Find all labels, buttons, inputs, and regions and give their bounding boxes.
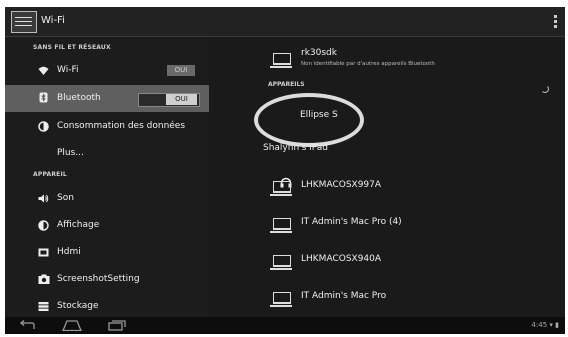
laptop-icon — [270, 292, 292, 307]
sidebar-item-wifi[interactable]: Wi-Fi OUI — [5, 58, 209, 84]
laptop-icon — [270, 53, 292, 68]
laptop-icon — [270, 255, 292, 270]
wifi-icon — [38, 65, 49, 76]
sidebar-item-more[interactable]: Plus... — [5, 141, 209, 167]
tablet-screen: Wi-Fi SANS FIL ET RÉSEAUX Wi-Fi OUI Blue… — [5, 7, 565, 334]
own-device-subtitle: Non identifiable par d'autres appareils … — [301, 61, 435, 67]
sidebar-item-label: Stockage — [57, 301, 99, 311]
device-name: Shalynn's iPad — [263, 143, 328, 153]
back-icon[interactable] — [19, 320, 35, 334]
sidebar-item-data-usage[interactable]: Consommation des données — [5, 114, 209, 140]
page-title: Wi-Fi — [41, 15, 65, 26]
sidebar-item-label: Wi-Fi — [57, 65, 79, 75]
device-name: IT Admin's Mac Pro (4) — [301, 217, 402, 227]
device-row[interactable]: IT Admin's Mac Pro — [210, 284, 565, 312]
device-row[interactable]: LHKMACOSX940A — [210, 247, 565, 275]
hdmi-icon — [38, 247, 49, 258]
wifi-toggle[interactable]: OUI — [167, 65, 195, 76]
overflow-menu-icon[interactable] — [554, 15, 557, 29]
device-row[interactable]: IT Admin's Mac Pro (4) — [210, 210, 565, 238]
section-header-wireless: SANS FIL ET RÉSEAUX — [33, 44, 111, 51]
sidebar-item-hdmi[interactable]: Hdmi — [5, 240, 209, 266]
action-bar: Wi-Fi — [5, 7, 565, 37]
sidebar-item-sound[interactable]: Son — [5, 186, 209, 212]
settings-sidebar: SANS FIL ET RÉSEAUX Wi-Fi OUI Bluetooth … — [5, 37, 209, 317]
device-name: LHKMACOSX997A — [301, 180, 382, 190]
camera-icon — [38, 274, 50, 285]
section-header-device: APPAREIL — [33, 171, 67, 178]
clock: 4:45 — [531, 321, 548, 329]
laptop-icon — [270, 218, 292, 233]
laptop-icon — [270, 181, 292, 196]
bluetooth-toggle[interactable]: OUI — [166, 94, 197, 105]
sidebar-item-display[interactable]: Affichage — [5, 213, 209, 239]
storage-icon — [38, 301, 49, 312]
sidebar-item-label: Bluetooth — [57, 93, 101, 103]
recents-icon[interactable] — [108, 320, 126, 334]
wifi-signal-icon: ▾ — [549, 321, 553, 329]
sidebar-item-label: Hdmi — [57, 247, 81, 257]
sidebar-item-label: ScreenshotSetting — [57, 274, 140, 284]
sidebar-item-label: Plus... — [57, 148, 84, 158]
sidebar-item-label: Son — [57, 193, 74, 203]
sidebar-item-screenshot[interactable]: ScreenshotSetting — [5, 267, 209, 293]
data-usage-icon — [38, 121, 49, 132]
device-row[interactable]: Shalynn's iPad — [210, 137, 565, 165]
device-name: LHKMACOSX940A — [301, 254, 382, 264]
device-row[interactable]: LHKMACOSX997A — [210, 173, 565, 201]
device-row[interactable]: Ellipse S — [210, 101, 565, 188]
own-device-row[interactable]: rk30sdk Non identifiable par d'autres ap… — [210, 43, 565, 75]
section-header-devices: APPAREILS — [268, 81, 305, 88]
sidebar-item-label: Consommation des données — [57, 121, 186, 131]
bluetooth-icon — [38, 92, 49, 103]
settings-sliders-icon[interactable] — [11, 11, 37, 33]
navigation-bar: 4:45 ▾ ▮ — [5, 317, 565, 334]
status-tray[interactable]: 4:45 ▾ ▮ — [531, 321, 559, 329]
display-icon — [38, 220, 49, 231]
scanning-spinner-icon — [541, 85, 549, 93]
home-icon[interactable] — [62, 320, 82, 334]
device-name: IT Admin's Mac Pro — [301, 291, 387, 301]
sound-icon — [38, 193, 49, 204]
sidebar-item-bluetooth[interactable]: Bluetooth OUI — [5, 85, 209, 112]
own-device-name: rk30sdk — [301, 48, 337, 58]
device-name: Ellipse S — [300, 110, 338, 120]
bluetooth-devices-pane: rk30sdk Non identifiable par d'autres ap… — [210, 37, 565, 317]
sidebar-item-label: Affichage — [57, 220, 100, 230]
battery-icon: ▮ — [555, 321, 559, 329]
